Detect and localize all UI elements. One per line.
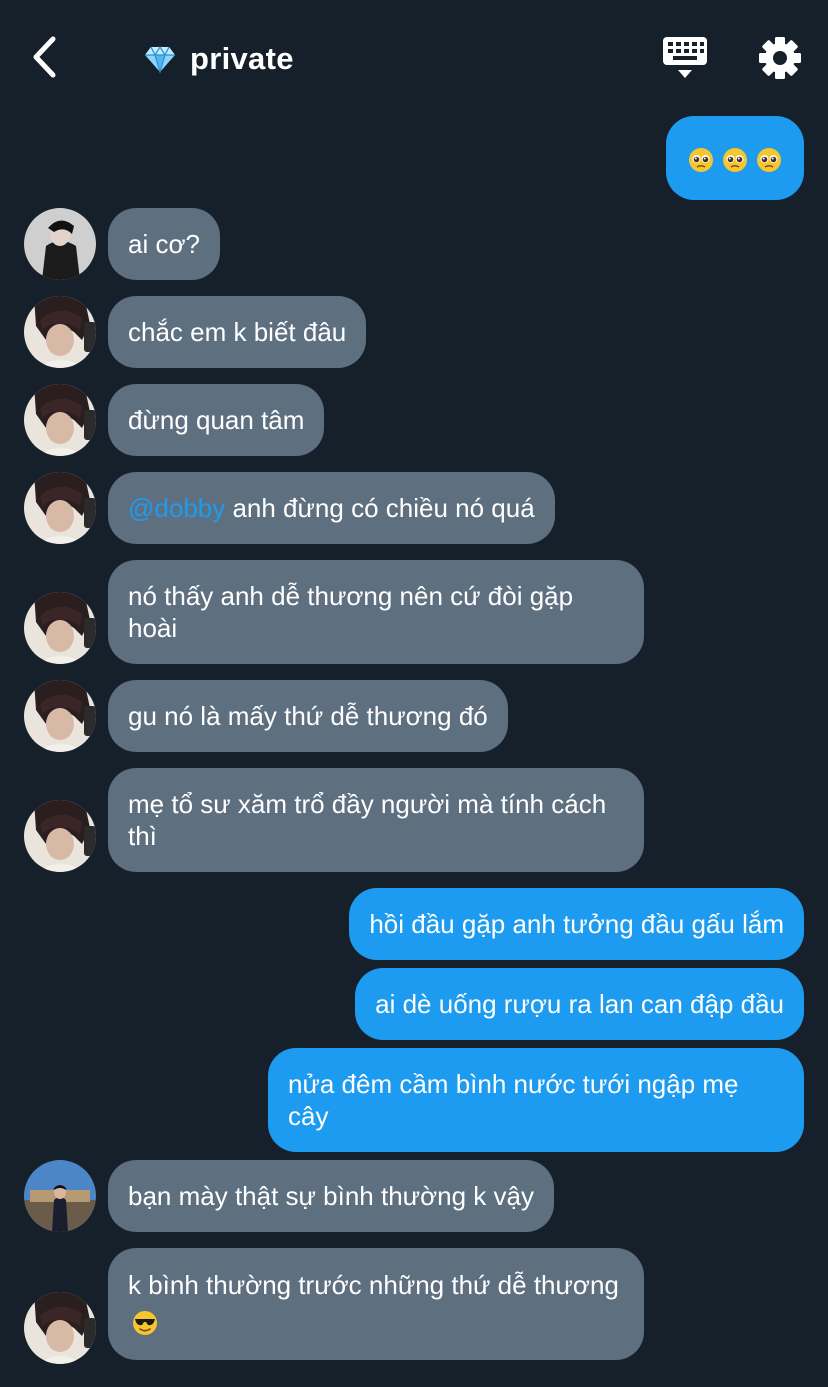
avatar[interactable] <box>24 592 96 664</box>
keyboard-icon <box>663 37 707 78</box>
message-text: nó thấy anh dễ thương nên cứ đòi gặp hoà… <box>128 581 574 643</box>
avatar[interactable] <box>24 208 96 280</box>
message-bubble-outgoing[interactable] <box>666 116 804 200</box>
user-mention-link[interactable]: @dobby <box>128 493 225 523</box>
emoji-row <box>688 144 782 176</box>
message-bubble-incoming[interactable]: gu nó là mấy thứ dễ thương đó <box>108 680 508 752</box>
avatar[interactable] <box>24 472 96 544</box>
message-text: k bình thường trước những thứ dễ thương <box>128 1270 619 1300</box>
message-bubble-outgoing[interactable]: ai dè uống rượu ra lan can đập đầu <box>355 968 804 1040</box>
pleading-face-emoji-icon <box>688 147 714 173</box>
back-button[interactable] <box>22 32 66 82</box>
message-bubble-incoming[interactable]: bạn mày thật sự bình thường k vậy <box>108 1160 554 1232</box>
avatar[interactable] <box>24 384 96 456</box>
gear-icon <box>759 37 801 79</box>
message-bubble-outgoing[interactable]: nửa đêm cầm bình nước tưới ngập mẹ cây <box>268 1048 804 1152</box>
message-bubble-outgoing[interactable]: hồi đầu gặp anh tưởng đầu gấu lắm <box>349 888 804 960</box>
message-bubble-incoming[interactable]: nó thấy anh dễ thương nên cứ đòi gặp hoà… <box>108 560 644 664</box>
settings-button[interactable] <box>755 33 805 83</box>
keyboard-button[interactable] <box>660 34 710 84</box>
diamond-icon <box>145 45 175 73</box>
message-bubble-incoming[interactable]: chắc em k biết đâu <box>108 296 367 368</box>
message-bubble-incoming[interactable]: đừng quan tâm <box>108 384 325 456</box>
avatar[interactable] <box>24 1292 96 1364</box>
chat-title-text: private <box>190 41 294 76</box>
avatar[interactable] <box>24 800 96 872</box>
message-bubble-incoming[interactable]: mẹ tổ sư xăm trổ đầy người mà tính cách … <box>108 768 644 872</box>
message-text: đừng quan tâm <box>128 405 305 435</box>
message-text: anh đừng có chiều nó quá <box>225 493 535 523</box>
avatar[interactable] <box>24 1160 96 1232</box>
message-text: chắc em k biết đâu <box>128 317 347 347</box>
message-bubble-incoming[interactable]: @dobby anh đừng có chiều nó quá <box>108 472 555 544</box>
pleading-face-emoji-icon <box>756 147 782 173</box>
pleading-face-emoji-icon <box>722 147 748 173</box>
sunglasses-face-emoji-icon <box>133 1311 157 1335</box>
chevron-left-icon <box>33 36 56 78</box>
message-text: mẹ tổ sư xăm trổ đầy người mà tính cách … <box>128 789 607 851</box>
avatar[interactable] <box>24 680 96 752</box>
message-text: nửa đêm cầm bình nước tưới ngập mẹ cây <box>288 1069 739 1131</box>
message-bubble-incoming[interactable]: k bình thường trước những thứ dễ thương <box>108 1248 644 1360</box>
message-text: hồi đầu gặp anh tưởng đầu gấu lắm <box>369 909 784 939</box>
message-text: gu nó là mấy thứ dễ thương đó <box>128 701 488 731</box>
message-text: bạn mày thật sự bình thường k vậy <box>128 1181 534 1211</box>
message-text: ai dè uống rượu ra lan can đập đầu <box>375 989 784 1019</box>
chat-header: private <box>0 0 828 110</box>
message-bubble-incoming[interactable]: ai cơ? <box>108 208 220 280</box>
message-text: ai cơ? <box>128 229 200 259</box>
chat-title: private <box>144 38 294 80</box>
avatar[interactable] <box>24 296 96 368</box>
